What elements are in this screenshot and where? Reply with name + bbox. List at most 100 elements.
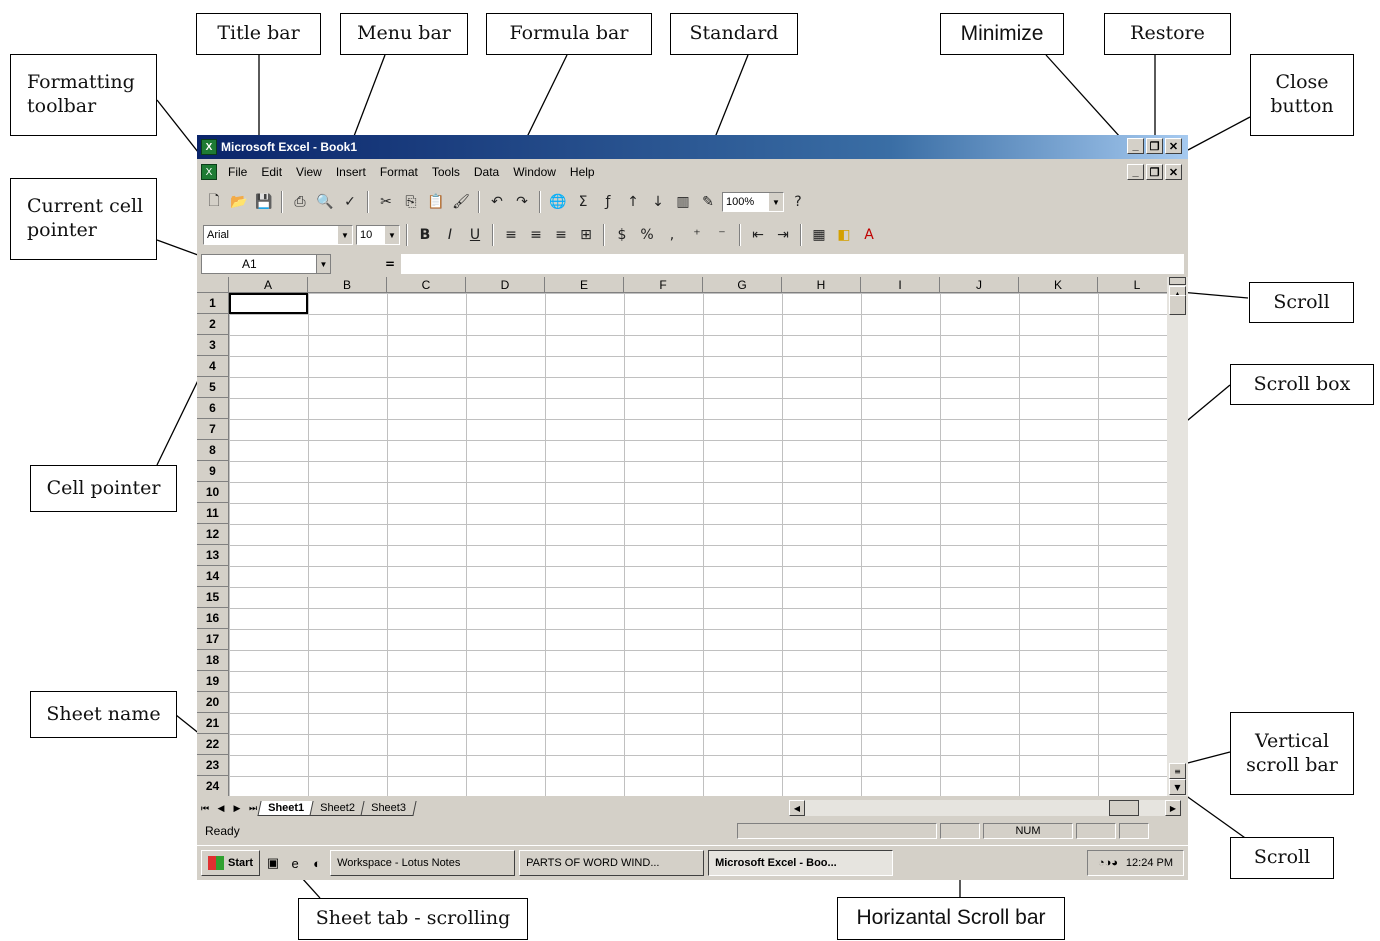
menu-format[interactable]: Format [373, 165, 425, 179]
row-header[interactable]: 3 [197, 335, 229, 356]
row-header[interactable]: 1 [197, 293, 229, 314]
row-header[interactable]: 16 [197, 608, 229, 629]
desktop-icon[interactable]: ▣ [264, 854, 282, 872]
row-header[interactable]: 22 [197, 734, 229, 755]
help-icon[interactable]: ? [787, 191, 809, 213]
row-header[interactable]: 15 [197, 587, 229, 608]
scroll-box[interactable] [1169, 295, 1186, 315]
increase-decimal-icon[interactable]: ⁺ [686, 224, 708, 246]
row-header[interactable]: 6 [197, 398, 229, 419]
increase-indent-icon[interactable]: ⇥ [772, 224, 794, 246]
chevron-down-icon[interactable]: ▼ [385, 226, 399, 244]
sort-ascending-icon[interactable]: ↑ [622, 191, 644, 213]
row-header[interactable]: 4 [197, 356, 229, 377]
worksheet-grid[interactable]: A B C D E F G H I J K L 1 2 3 4 5 6 7 8 9 10 11 12 13 14 15 16 17 18 1… [197, 277, 1167, 796]
doc-restore-button[interactable]: ❐ [1146, 164, 1163, 180]
row-header[interactable]: 11 [197, 503, 229, 524]
sheet-tab-3[interactable]: Sheet3 [360, 800, 417, 816]
chevron-down-icon[interactable]: ▼ [338, 226, 352, 244]
font-size-combo[interactable]: 10 ▼ [356, 225, 400, 245]
minimize-button[interactable]: _ [1127, 138, 1144, 154]
save-icon[interactable]: 💾 [253, 191, 275, 213]
chevron-down-icon[interactable]: ▼ [769, 193, 783, 211]
hyperlink-icon[interactable]: 🌐 [547, 191, 569, 213]
name-box[interactable]: A1 ▼ [201, 254, 331, 274]
row-header[interactable]: 7 [197, 419, 229, 440]
chart-wizard-icon[interactable]: ▥ [672, 191, 694, 213]
chevron-down-icon[interactable]: ▼ [316, 255, 330, 273]
row-header[interactable]: 21 [197, 713, 229, 734]
taskbar-item-excel[interactable]: Microsoft Excel - Boo... [708, 850, 894, 876]
currency-icon[interactable]: $ [611, 224, 633, 246]
column-header[interactable]: L [1098, 277, 1167, 293]
row-header[interactable]: 10 [197, 482, 229, 503]
row-header[interactable]: 9 [197, 461, 229, 482]
row-header[interactable]: 20 [197, 692, 229, 713]
column-header[interactable]: H [782, 277, 861, 293]
doc-close-button[interactable]: ✕ [1165, 164, 1182, 180]
first-sheet-icon[interactable]: ⏮ [197, 800, 213, 816]
underline-icon[interactable]: U [464, 224, 486, 246]
zoom-combo[interactable]: 100% ▼ [722, 192, 784, 212]
start-button[interactable]: Start [201, 850, 261, 876]
format-painter-icon[interactable]: 🖌 [450, 191, 472, 213]
column-header[interactable]: B [308, 277, 387, 293]
row-header[interactable]: 14 [197, 566, 229, 587]
function-icon[interactable]: ƒ [597, 191, 619, 213]
align-left-icon[interactable]: ≡ [500, 224, 522, 246]
column-header[interactable]: D [466, 277, 545, 293]
horizontal-scroll-thumb[interactable] [1109, 800, 1139, 816]
column-header[interactable]: I [861, 277, 940, 293]
vertical-scroll-bar[interactable]: ▲ ≡ ▼ [1167, 277, 1188, 796]
row-header[interactable]: 18 [197, 650, 229, 671]
bold-icon[interactable]: B [414, 224, 436, 246]
vertical-scroll-thumb-marker[interactable]: ≡ [1169, 763, 1186, 779]
doc-minimize-button[interactable]: _ [1127, 164, 1144, 180]
menu-file[interactable]: File [221, 165, 254, 179]
row-header[interactable]: 8 [197, 440, 229, 461]
copy-icon[interactable]: ⎘ [400, 191, 422, 213]
comma-icon[interactable]: , [661, 224, 683, 246]
fill-color-icon[interactable]: ◧ [833, 224, 855, 246]
paste-icon[interactable]: 📋 [425, 191, 447, 213]
document-icon[interactable]: X [201, 164, 217, 180]
taskbar-item-word[interactable]: PARTS OF WORD WIND... [519, 850, 705, 876]
open-icon[interactable]: 📂 [228, 191, 250, 213]
undo-icon[interactable]: ↶ [486, 191, 508, 213]
row-header[interactable]: 17 [197, 629, 229, 650]
drawing-icon[interactable]: ✎ [697, 191, 719, 213]
cut-icon[interactable]: ✂ [375, 191, 397, 213]
column-header[interactable]: E [545, 277, 624, 293]
print-preview-icon[interactable]: 🔍 [314, 191, 336, 213]
close-button[interactable]: ✕ [1165, 138, 1182, 154]
percent-icon[interactable]: % [636, 224, 658, 246]
column-header[interactable]: C [387, 277, 466, 293]
redo-icon[interactable]: ↷ [511, 191, 533, 213]
row-header[interactable]: 2 [197, 314, 229, 335]
browser-icon[interactable]: e [286, 854, 304, 872]
new-icon[interactable]: 🗋 [203, 191, 225, 213]
taskbar-item-lotus-notes[interactable]: Workspace - Lotus Notes [330, 850, 516, 876]
menu-view[interactable]: View [289, 165, 329, 179]
print-icon[interactable]: ⎙ [289, 191, 311, 213]
merge-center-icon[interactable]: ⊞ [575, 224, 597, 246]
split-box[interactable] [1169, 277, 1186, 285]
column-header[interactable]: G [703, 277, 782, 293]
column-header[interactable]: J [940, 277, 1019, 293]
cell-gridlines[interactable] [229, 293, 1167, 796]
spelling-icon[interactable]: ✓ [339, 191, 361, 213]
channels-icon[interactable]: ◐ [308, 854, 326, 872]
prev-sheet-icon[interactable]: ◀ [213, 800, 229, 816]
borders-icon[interactable]: ▦ [808, 224, 830, 246]
decrease-indent-icon[interactable]: ⇤ [747, 224, 769, 246]
horizontal-scroll-bar[interactable]: ◀ ▶ [789, 800, 1181, 816]
formula-input[interactable] [401, 254, 1184, 274]
column-header[interactable]: F [624, 277, 703, 293]
title-bar[interactable]: X Microsoft Excel - Book1 _ ❐ ✕ [197, 135, 1188, 159]
autosum-icon[interactable]: Σ [572, 191, 594, 213]
select-all-corner[interactable] [197, 277, 229, 293]
tray-icons[interactable]: ◔◑◕ [1098, 857, 1118, 869]
row-header[interactable]: 19 [197, 671, 229, 692]
cell-pointer[interactable] [229, 293, 308, 314]
column-header[interactable]: A [229, 277, 308, 293]
